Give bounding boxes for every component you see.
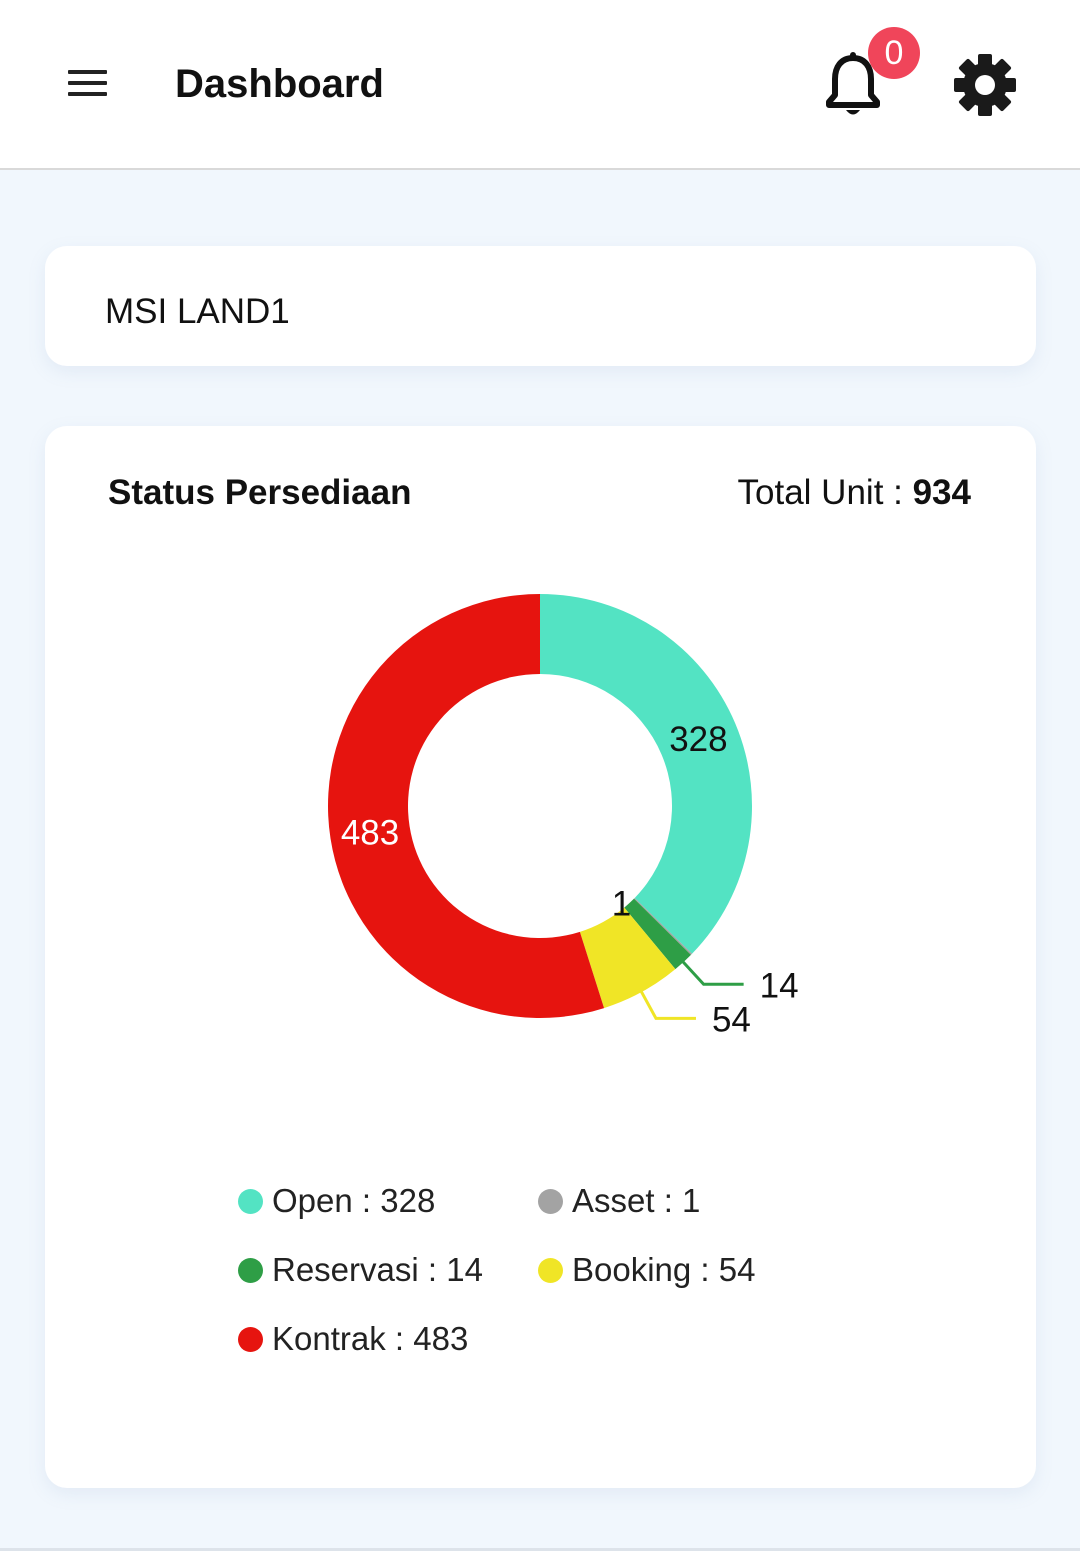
legend-item[interactable]: Kontrak : 483 xyxy=(238,1319,468,1359)
legend-label: Kontrak : 483 xyxy=(272,1320,469,1357)
menu-icon[interactable] xyxy=(62,64,112,104)
legend-item[interactable]: Booking : 54 xyxy=(538,1250,755,1290)
status-card: Status Persediaan Total Unit : 934 328 1 1… xyxy=(45,426,1036,1488)
legend-dot xyxy=(238,1257,263,1283)
notification-badge: 0 xyxy=(868,27,920,79)
slice-open[interactable] xyxy=(540,594,752,954)
leader-line-booking xyxy=(638,987,696,1020)
slice-label-asset: 1 xyxy=(612,884,631,923)
legend-label: Reservasi : 14 xyxy=(272,1251,483,1288)
project-name: MSI LAND1 xyxy=(105,292,290,331)
legend-dot xyxy=(238,1188,263,1214)
legend-dot xyxy=(238,1326,263,1352)
slice-label-kontrak: 483 xyxy=(341,813,399,852)
gear-icon[interactable] xyxy=(952,52,1018,118)
app-bar: Dashboard 0 xyxy=(0,0,1080,170)
donut-chart: 328 1 1454 483 xyxy=(328,594,799,1039)
project-card[interactable]: MSI LAND1 xyxy=(45,246,1036,366)
legend-item[interactable]: Asset : 1 xyxy=(538,1181,700,1221)
slice-label-booking: 54 xyxy=(712,1000,751,1039)
legend-label: Booking : 54 xyxy=(572,1251,756,1288)
legend-dot xyxy=(538,1257,563,1283)
legend-item[interactable]: Reservasi : 14 xyxy=(238,1250,483,1290)
page-title: Dashboard xyxy=(175,62,384,106)
slice-label-reservasi: 14 xyxy=(760,966,799,1005)
legend-dot xyxy=(538,1188,563,1214)
leader-line-reservasi xyxy=(679,958,744,986)
legend-item[interactable]: Open : 328 xyxy=(238,1181,435,1221)
slice-label-open: 328 xyxy=(669,720,727,759)
legend-label: Open : 328 xyxy=(272,1182,436,1219)
legend-label: Asset : 1 xyxy=(572,1182,701,1219)
